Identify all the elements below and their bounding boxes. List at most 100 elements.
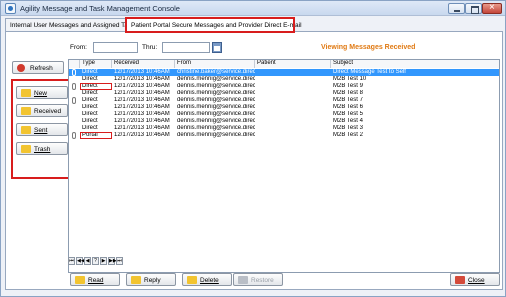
cell-from: dennis.mennig@service.direc (177, 104, 255, 110)
delete-label: Delete (200, 277, 219, 284)
cell-received: 12/17/2013 10:46AM (114, 132, 170, 138)
refresh-label: Refresh (30, 65, 53, 72)
received-label: Received (34, 108, 62, 115)
column-patient[interactable]: Patient (255, 60, 331, 68)
paperclip-icon (72, 132, 76, 139)
maximize-button[interactable] (465, 3, 482, 14)
tab-panel: Refresh New Received Sent Trash From: Th… (5, 31, 503, 290)
cell-received: 12/17/2013 10:46AM (114, 90, 170, 96)
table-row[interactable]: Direct 12/17/2013 10:46AM dennis.mennig@se… (69, 104, 499, 111)
reply-button[interactable]: Reply (126, 273, 176, 286)
messages-grid: Type Received From Patient Subject Direc… (68, 59, 500, 273)
view-status: Viewing Messages Received (321, 44, 416, 51)
close-label: Close (468, 277, 485, 284)
app-icon (5, 3, 16, 14)
cell-type: Direct (82, 69, 98, 75)
reply-icon (131, 276, 141, 284)
reply-label: Reply (144, 277, 161, 284)
cell-received: 12/17/2013 10:46AM (114, 76, 170, 82)
cell-received: 12/17/2013 10:46AM (114, 125, 170, 131)
cell-from: dennis.mennig@service.direc (177, 83, 255, 89)
close-icon (455, 276, 465, 284)
sent-label: Sent (34, 127, 48, 134)
cell-received: 12/17/2013 10:46AM (114, 97, 170, 103)
envelope-received-icon (21, 107, 31, 115)
cell-subject: M2B Test 8 (333, 90, 363, 96)
cell-from: dennis.mennig@service.direc (177, 132, 255, 138)
from-label: From: (70, 44, 87, 51)
restore-button[interactable]: Restore (233, 273, 283, 286)
table-row[interactable]: Direct 12/17/2013 10:46AM dennis.mennig@se… (69, 125, 499, 132)
from-date-field[interactable] (93, 42, 138, 53)
pager-button[interactable]: ⏭ (116, 257, 123, 265)
new-label: New (34, 90, 48, 97)
read-label: Read (88, 277, 104, 284)
table-row[interactable]: Direct 12/17/2013 10:46AM dennis.mennig@se… (69, 118, 499, 125)
cell-received: 12/17/2013 10:46AM (114, 104, 170, 110)
table-row[interactable]: Direct 12/17/2013 10:46AM dennis.mennig@se… (69, 97, 499, 104)
sent-button[interactable]: Sent (16, 123, 68, 136)
pager-button[interactable]: ◀ (84, 257, 91, 265)
table-row[interactable]: Direct 12/17/2013 10:46AM dennis.mennig@se… (69, 83, 499, 90)
cell-type: Direct (80, 83, 112, 90)
column-received[interactable]: Received (112, 60, 175, 68)
table-row[interactable]: Direct 12/17/2013 10:46AM dennis.mennig@se… (69, 76, 499, 83)
pager-button[interactable]: ? (92, 257, 99, 265)
received-button[interactable]: Received (16, 104, 68, 117)
cell-type: Direct (82, 97, 98, 103)
trash-label: Trash (34, 146, 51, 153)
tab-internal-messages[interactable]: Internal User Messages and Assigned Task… (5, 18, 138, 32)
restore-label: Restore (251, 277, 274, 284)
refresh-button[interactable]: Refresh (12, 61, 64, 74)
table-row[interactable]: Direct 12/17/2013 10:46AM christine.baker@… (69, 69, 499, 76)
column-attachment (69, 60, 80, 68)
cell-type: Direct (82, 111, 98, 117)
grid-header: Type Received From Patient Subject (69, 60, 499, 68)
cell-subject: M2B Test 5 (333, 111, 363, 117)
cell-type: Direct (82, 76, 98, 82)
trash-folder-icon (21, 145, 31, 153)
table-row[interactable]: Direct 12/17/2013 10:46AM dennis.mennig@se… (69, 90, 499, 97)
cell-subject: M2B Test 3 (333, 125, 363, 131)
pager-button[interactable]: ◀◀ (76, 257, 85, 265)
read-button[interactable]: Read (70, 273, 120, 286)
paperclip-icon (72, 83, 76, 90)
tab-patient-portal[interactable]: Patient Portal Secure Messages and Provi… (125, 17, 302, 33)
cell-from: dennis.mennig@service.direc (177, 125, 255, 131)
folder-nav: New Received Sent Trash (11, 79, 73, 179)
cell-subject: M2B Test 6 (333, 104, 363, 110)
column-subject[interactable]: Subject (331, 60, 499, 68)
new-button[interactable]: New (16, 86, 68, 99)
cell-from: dennis.mennig@service.direc (177, 111, 255, 117)
window-title: Agility Message and Task Management Cons… (20, 4, 180, 13)
cell-from: dennis.mennig@service.direc (177, 97, 255, 103)
thru-date-field[interactable] (162, 42, 210, 53)
calendar-icon[interactable] (212, 42, 222, 53)
envelope-new-icon (21, 89, 31, 97)
pager-button[interactable]: ▶▶ (108, 257, 117, 265)
cell-from: dennis.mennig@service.direc (177, 118, 255, 124)
trash-button[interactable]: Trash (16, 142, 68, 155)
minimize-button[interactable] (448, 3, 465, 14)
pager-button[interactable]: ▶ (100, 257, 107, 265)
cell-received: 12/17/2013 10:46AM (114, 118, 170, 124)
cell-received: 12/17/2013 10:46AM (114, 111, 170, 117)
pager-button[interactable]: ⏮ (68, 257, 75, 265)
window-close-button[interactable] (482, 2, 502, 14)
column-type[interactable]: Type (80, 60, 112, 68)
column-from[interactable]: From (175, 60, 255, 68)
table-row[interactable]: Portal 12/17/2013 10:46AM dennis.mennig@se… (69, 132, 499, 139)
cell-subject: Direct Message Test to Self (333, 69, 406, 75)
cell-from: christine.baker@service.direc (177, 69, 255, 75)
cell-from: dennis.mennig@service.direc (177, 90, 255, 96)
table-row[interactable]: Direct 12/17/2013 10:46AM dennis.mennig@se… (69, 111, 499, 118)
envelope-sent-icon (21, 126, 31, 134)
close-button[interactable]: Close (450, 273, 500, 286)
cell-type: Direct (82, 118, 98, 124)
cell-subject: M2B Test 2 (333, 132, 363, 138)
cell-from: dennis.mennig@service.direc (177, 76, 255, 82)
cell-type: Portal (80, 132, 112, 139)
cell-received: 12/17/2013 10:46AM (114, 83, 170, 89)
delete-button[interactable]: Delete (182, 273, 232, 286)
cell-subject: M2B Test 4 (333, 118, 363, 124)
